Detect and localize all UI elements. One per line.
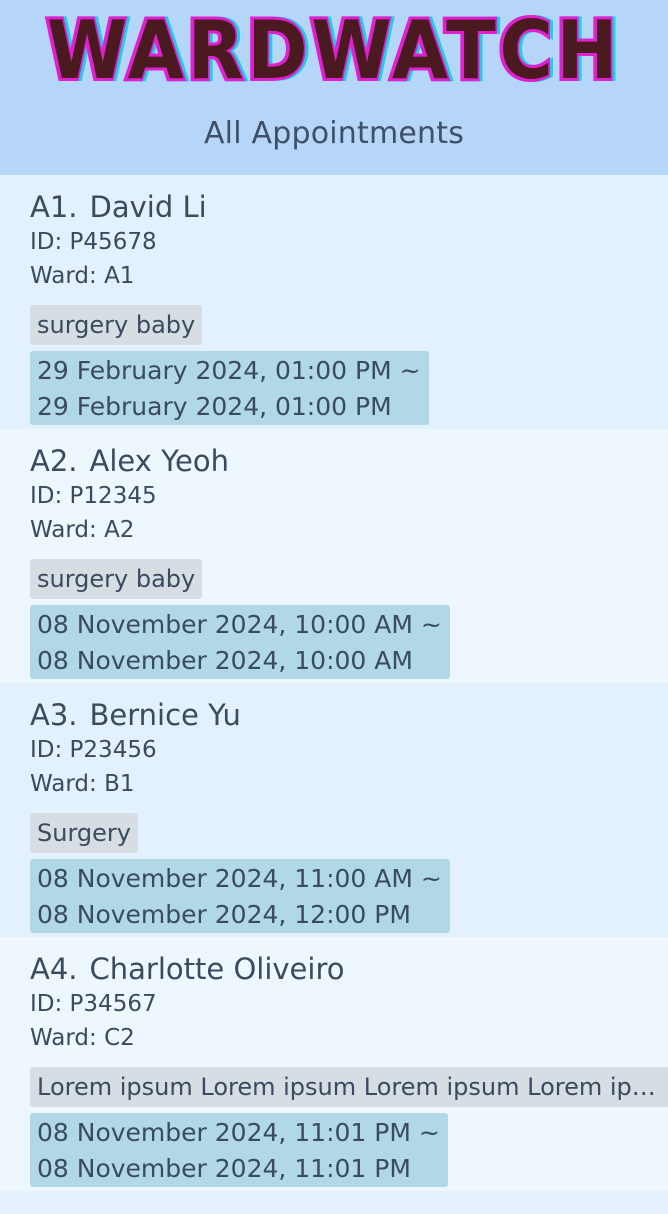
appointment-card[interactable]: A4. Charlotte Oliveiro ID: P34567 Ward: C…: [0, 937, 668, 1191]
patient-id: ID: P45678: [30, 229, 157, 255]
time-end: 08 November 2024, 11:01 PM: [37, 1154, 411, 1183]
patient-name: David Li: [89, 190, 207, 224]
appointment-tag: surgery baby: [30, 559, 203, 599]
time-end: 08 November 2024, 10:00 AM: [37, 646, 413, 675]
time-end: 29 February 2024, 01:00 PM: [37, 392, 392, 421]
patient-id: ID: P23456: [30, 737, 157, 763]
appointment-title: A4. Charlotte Oliveiro: [30, 951, 668, 987]
appointment-time: 08 November 2024, 11:01 PM ~ 08 November…: [30, 1113, 448, 1187]
appointment-title: A3. Bernice Yu: [30, 697, 668, 733]
appointment-index: A2.: [30, 444, 78, 478]
appointment-card[interactable]: A2. Alex Yeoh ID: P12345 Ward: A2 surgery…: [0, 429, 668, 683]
patient-ward: Ward: B1: [30, 771, 135, 797]
time-start: 08 November 2024, 11:00 AM ~: [37, 864, 442, 893]
appointment-index: A3.: [30, 698, 78, 732]
time-start: 29 February 2024, 01:00 PM ~: [37, 356, 421, 385]
appointment-tag: Surgery: [30, 813, 138, 853]
appointment-index: A4.: [30, 952, 78, 986]
appointment-time: 08 November 2024, 11:00 AM ~ 08 November…: [30, 859, 450, 933]
time-start: 08 November 2024, 11:01 PM ~: [37, 1118, 440, 1147]
patient-ward: Ward: A2: [30, 517, 135, 543]
appointment-index: A1.: [30, 190, 78, 224]
appointment-title: A1. David Li: [30, 189, 668, 225]
appointment-time: 08 November 2024, 10:00 AM ~ 08 November…: [30, 605, 450, 679]
patient-ward: Ward: C2: [30, 1025, 135, 1051]
appointment-tag: surgery baby: [30, 305, 203, 345]
time-start: 08 November 2024, 10:00 AM ~: [37, 610, 442, 639]
patient-id: ID: P12345: [30, 483, 157, 509]
patient-name: Charlotte Oliveiro: [89, 952, 345, 986]
patient-name: Bernice Yu: [89, 698, 241, 732]
patient-id: ID: P34567: [30, 991, 157, 1017]
appointment-title: A2. Alex Yeoh: [30, 443, 668, 479]
svg-text:WARDWATCH: WARDWATCH: [47, 8, 621, 88]
appointment-time: 29 February 2024, 01:00 PM ~ 29 February…: [30, 351, 429, 425]
page-title: All Appointments: [203, 116, 465, 151]
appointment-tag: Lorem ipsum Lorem ipsum Lorem ipsum Lore…: [30, 1067, 668, 1107]
logo-wordmark: WARDWATCH WARDWATCH WARDWATCH: [43, 8, 622, 88]
appointment-card[interactable]: A3. Bernice Yu ID: P23456 Ward: B1 Surger…: [0, 683, 668, 937]
patient-ward: Ward: A1: [30, 263, 135, 289]
appointment-list[interactable]: A1. David Li ID: P45678 Ward: A1 surgery …: [0, 175, 668, 1191]
time-end: 08 November 2024, 12:00 PM: [37, 900, 411, 929]
patient-name: Alex Yeoh: [89, 444, 229, 478]
app-header: WARDWATCH WARDWATCH WARDWATCH All Appoin…: [0, 0, 668, 175]
appointment-card[interactable]: A1. David Li ID: P45678 Ward: A1 surgery …: [0, 175, 668, 429]
app-logo: WARDWATCH WARDWATCH WARDWATCH: [0, 8, 668, 88]
